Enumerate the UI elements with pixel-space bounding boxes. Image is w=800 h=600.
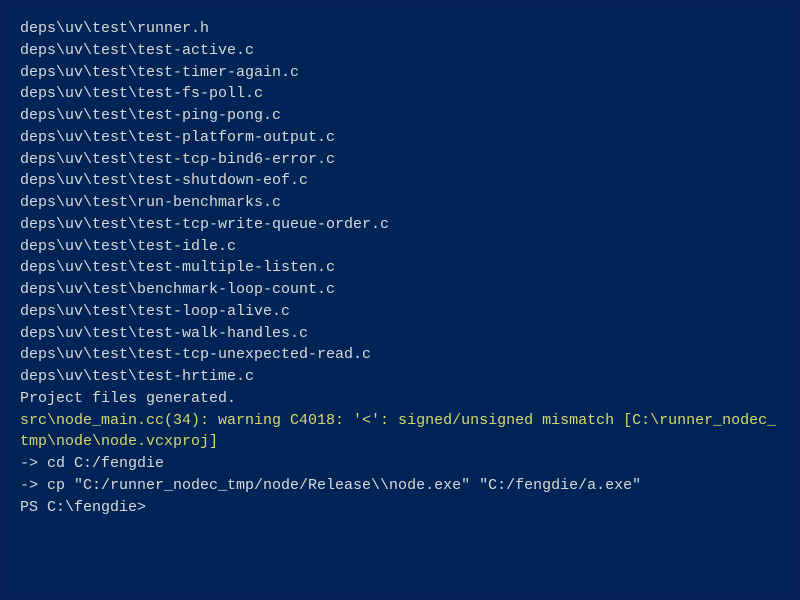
prompt-text: PS C:\fengdie>	[20, 499, 155, 516]
output-line: deps\uv\test\test-walk-handles.c	[20, 323, 780, 345]
output-line: deps\uv\test\test-tcp-unexpected-read.c	[20, 344, 780, 366]
output-line: deps\uv\test\test-timer-again.c	[20, 62, 780, 84]
output-line: deps\uv\test\test-active.c	[20, 40, 780, 62]
output-line: deps\uv\test\test-ping-pong.c	[20, 105, 780, 127]
output-line: deps\uv\test\test-multiple-listen.c	[20, 257, 780, 279]
terminal-viewport[interactable]: deps\uv\test\runner.hdeps\uv\test\test-a…	[6, 8, 794, 592]
cursor	[155, 499, 164, 516]
output-line: deps\uv\test\test-idle.c	[20, 236, 780, 258]
output-line: deps\uv\test\test-fs-poll.c	[20, 83, 780, 105]
output-line: Project files generated.	[20, 388, 780, 410]
output-line: deps\uv\test\benchmark-loop-count.c	[20, 279, 780, 301]
output-line: deps\uv\test\test-tcp-write-queue-order.…	[20, 214, 780, 236]
output-line: deps\uv\test\test-tcp-bind6-error.c	[20, 149, 780, 171]
output-line: -> cd C:/fengdie	[20, 453, 780, 475]
output-line: deps\uv\test\runner.h	[20, 18, 780, 40]
prompt-line[interactable]: PS C:\fengdie>	[20, 497, 780, 519]
output-lines: deps\uv\test\runner.hdeps\uv\test\test-a…	[20, 18, 780, 497]
output-line: deps\uv\test\test-loop-alive.c	[20, 301, 780, 323]
output-line: deps\uv\test\test-shutdown-eof.c	[20, 170, 780, 192]
output-line: deps\uv\test\test-platform-output.c	[20, 127, 780, 149]
output-line: deps\uv\test\run-benchmarks.c	[20, 192, 780, 214]
output-line: -> cp "C:/runner_nodec_tmp/node/Release\…	[20, 475, 780, 497]
output-line: deps\uv\test\test-hrtime.c	[20, 366, 780, 388]
output-line: src\node_main.cc(34): warning C4018: '<'…	[20, 410, 780, 454]
